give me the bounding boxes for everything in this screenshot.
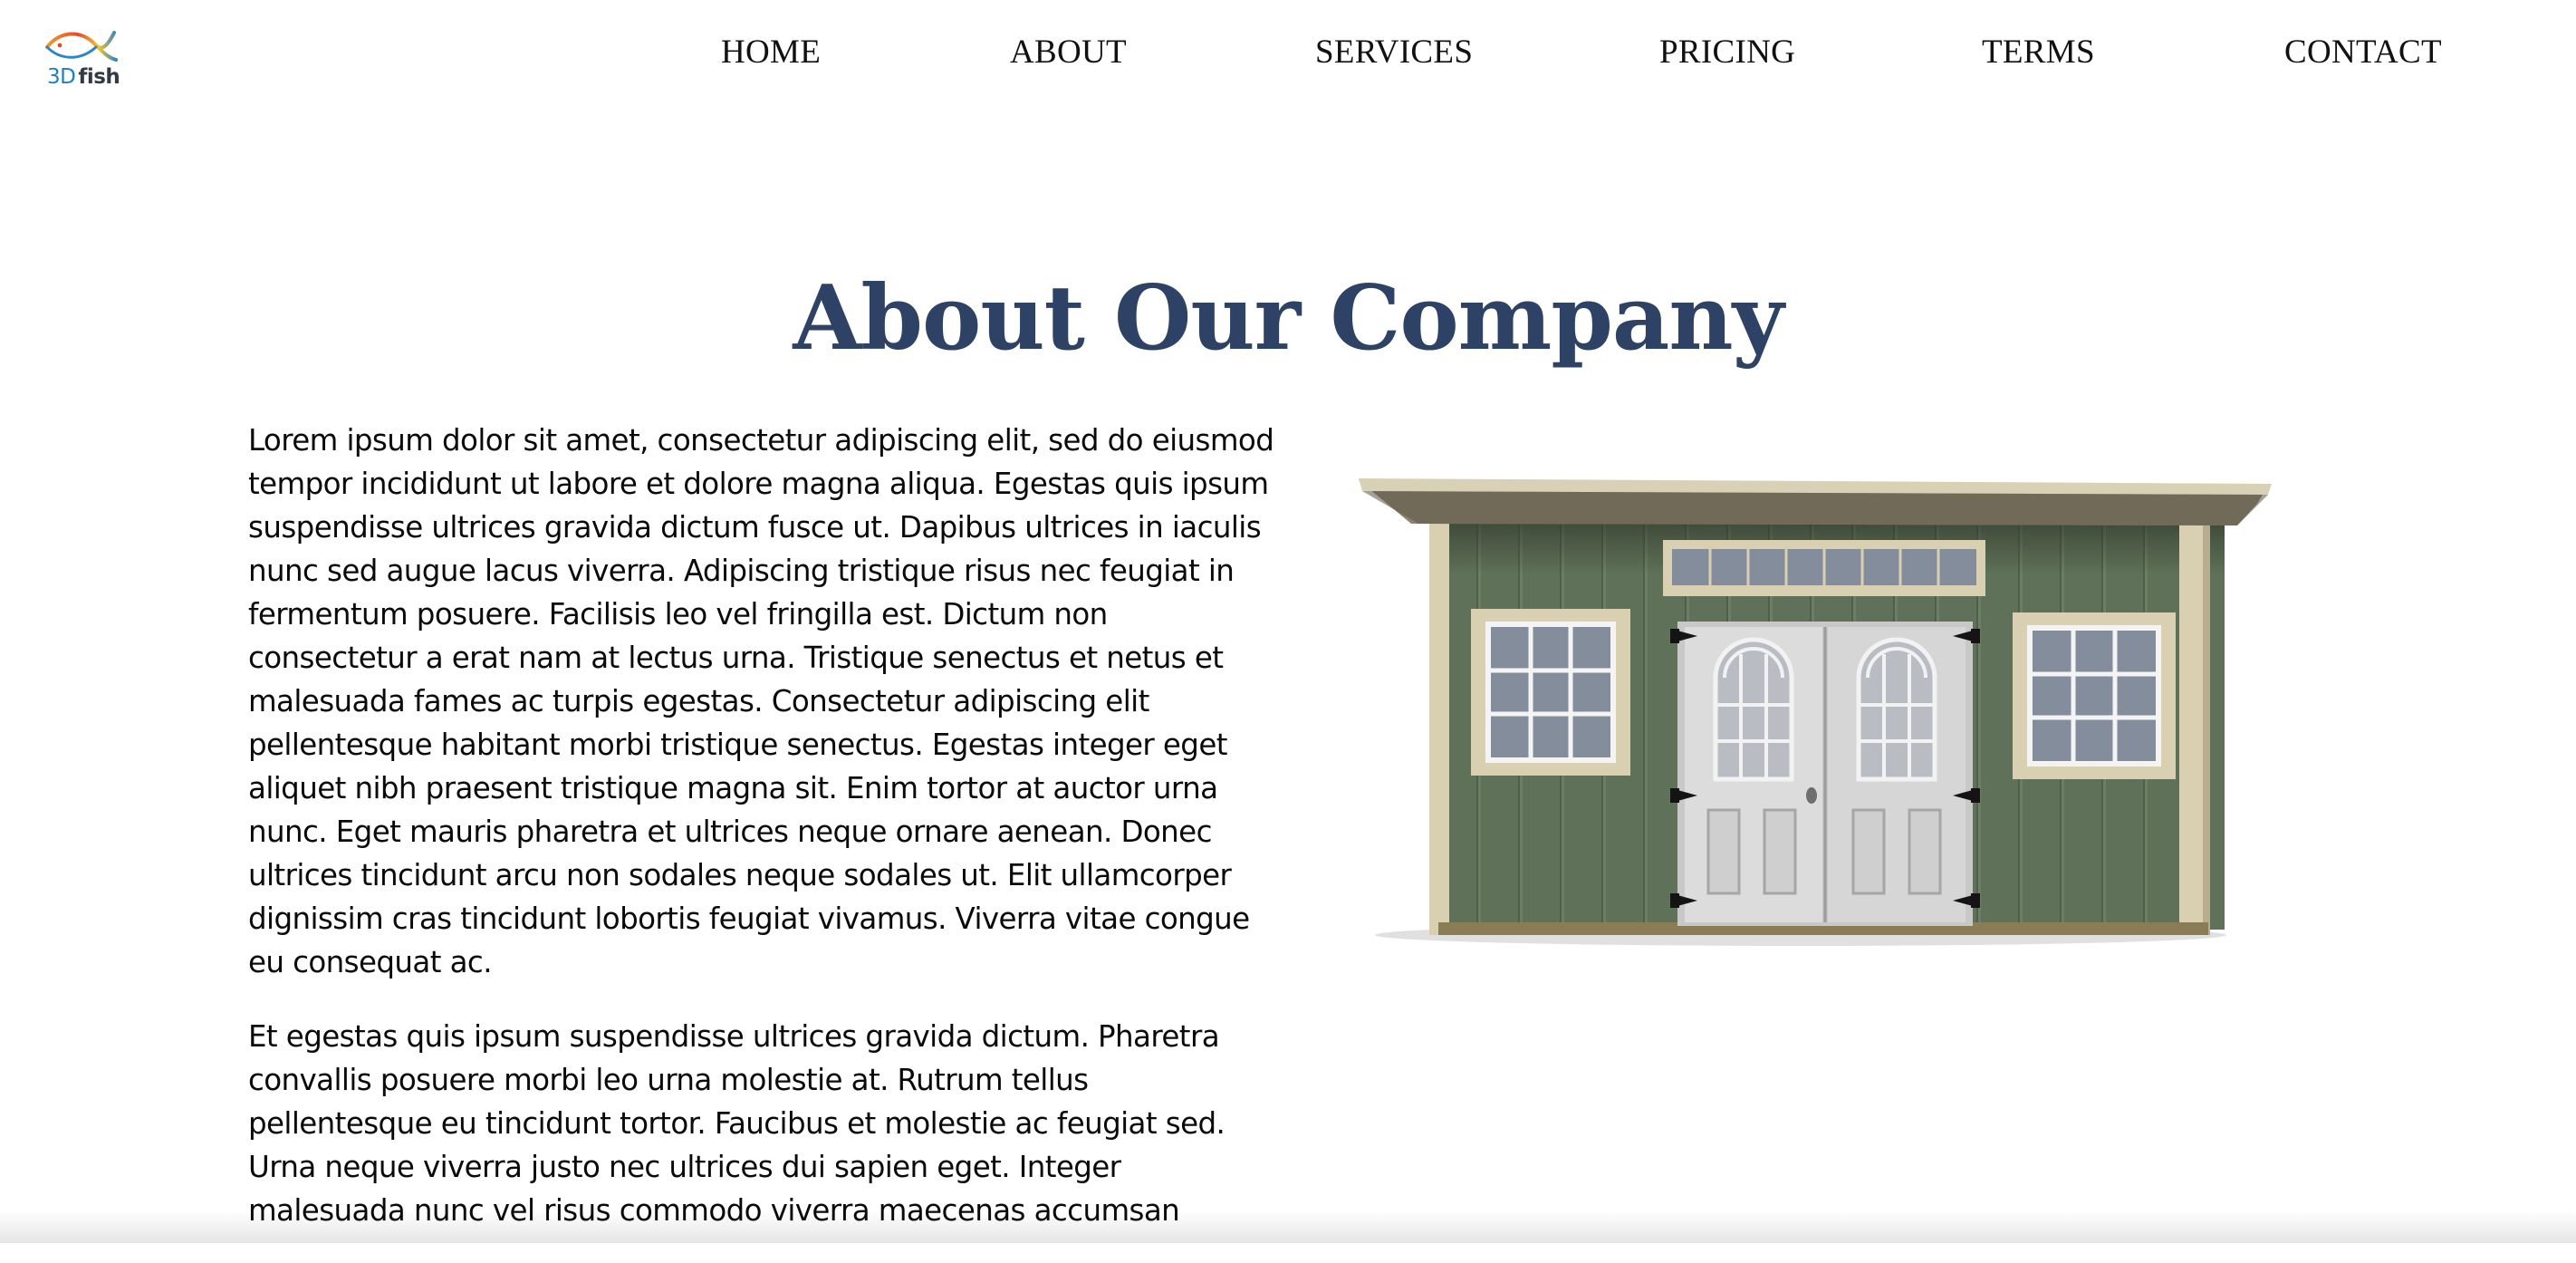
main-nav: HOME ABOUT SERVICES PRICING TERMS CONTAC… xyxy=(0,33,2576,78)
page-title: About Our Company xyxy=(793,266,1783,371)
nav-home[interactable]: HOME xyxy=(721,33,821,72)
shed-illustration xyxy=(1359,478,2272,946)
nav-services[interactable]: SERVICES xyxy=(1315,33,1473,72)
nav-terms[interactable]: TERMS xyxy=(1982,33,2095,72)
nav-contact[interactable]: CONTACT xyxy=(2284,33,2442,72)
nav-about[interactable]: ABOUT xyxy=(1010,33,1127,72)
about-paragraph-1: Lorem ipsum dolor sit amet, consectetur … xyxy=(248,423,1274,979)
about-paragraph-2: Et egestas quis ipsum suspendisse ultric… xyxy=(248,1019,1226,1228)
nav-pricing[interactable]: PRICING xyxy=(1659,33,1795,72)
site-header: 3D fish HOME ABOUT SERVICES PRICING TERMS… xyxy=(0,0,2576,109)
shed-image xyxy=(1312,417,2326,951)
about-text: Lorem ipsum dolor sit amet, consectetur … xyxy=(248,419,1277,1263)
